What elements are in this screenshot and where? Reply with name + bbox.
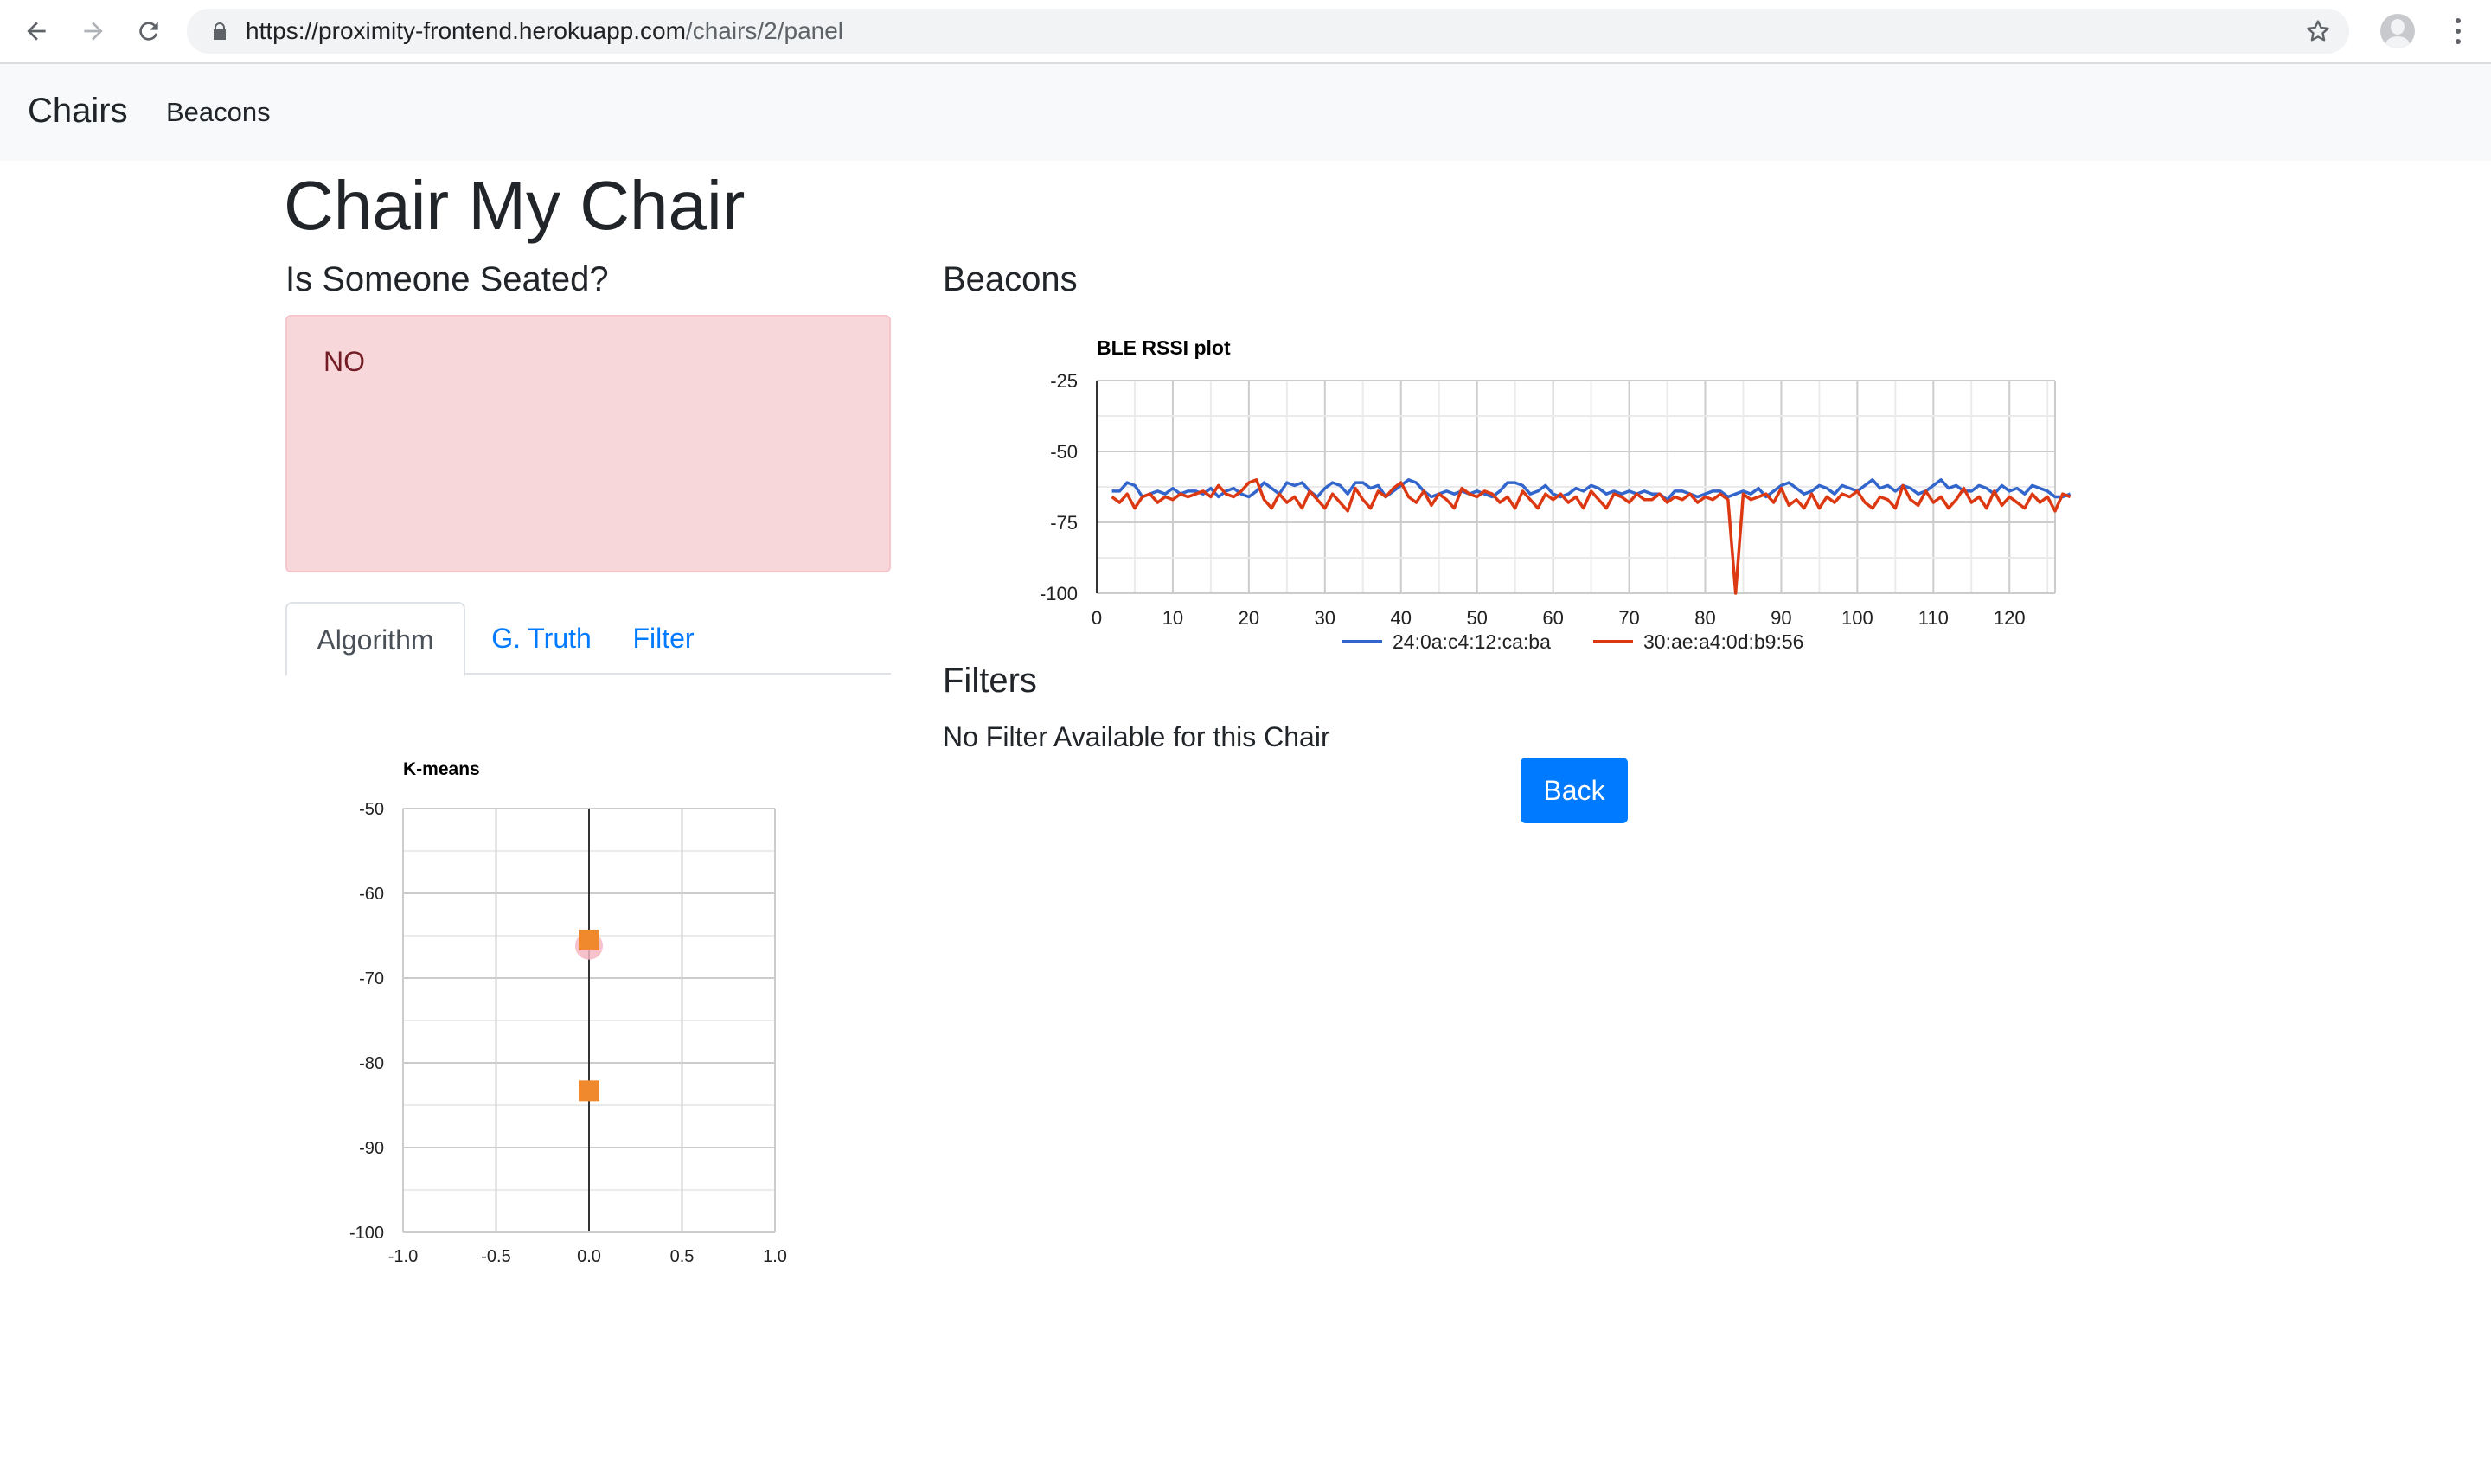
address-bar[interactable]: https://proximity-frontend.herokuapp.com… xyxy=(187,9,2349,54)
app-navbar: Chairs Beacons xyxy=(0,64,2491,161)
filters-heading: Filters xyxy=(943,662,1037,700)
y-tick-label: -80 xyxy=(359,1054,384,1073)
legend-label: 30:ae:a4:0d:b9:56 xyxy=(1643,630,1803,653)
algorithm-tabs: Algorithm G. Truth Filter xyxy=(285,602,891,676)
seated-status-text: NO xyxy=(323,346,365,377)
y-tick-label: -60 xyxy=(359,885,384,904)
y-tick-label: -100 xyxy=(349,1224,384,1243)
cluster-square-marker xyxy=(579,1080,599,1102)
navbar-brand-chairs[interactable]: Chairs xyxy=(28,90,128,131)
nav-link-beacons[interactable]: Beacons xyxy=(166,95,271,130)
chart-title: K-means xyxy=(403,759,480,779)
x-tick-label: 40 xyxy=(1391,607,1412,629)
x-tick-label: 20 xyxy=(1239,607,1259,629)
x-tick-label: 80 xyxy=(1694,607,1715,629)
x-tick-label: -1.0 xyxy=(388,1247,418,1266)
ble-rssi-chart: BLE RSSI plot -25 -50 -75 -100 0 10 20 30 40 50 60 7… xyxy=(1040,336,2072,653)
browser-toolbar: https://proximity-frontend.herokuapp.com… xyxy=(0,0,2491,64)
x-tick-label: -0.5 xyxy=(481,1247,510,1266)
x-tick-label: 10 xyxy=(1162,607,1183,629)
tab-ground-truth[interactable]: G. Truth xyxy=(481,602,602,675)
kmeans-chart: K-means -50 -60 -70 -80 -90 -100-1.0 -0.5 0.0 0.5… xyxy=(349,759,787,1266)
chart-title: BLE RSSI plot xyxy=(1097,336,1231,359)
no-filter-message: No Filter Available for this Chair xyxy=(943,721,1330,752)
x-tick-label: 110 xyxy=(1918,607,1949,629)
back-arrow-icon[interactable] xyxy=(17,12,55,50)
page-title: Chair My Chair xyxy=(284,167,746,244)
tab-algorithm[interactable]: Algorithm xyxy=(285,602,465,676)
y-tick-label: -50 xyxy=(1050,441,1078,463)
x-tick-label: 120 xyxy=(1994,607,2026,629)
x-tick-label: 60 xyxy=(1542,607,1563,629)
more-vert-icon[interactable] xyxy=(2441,12,2475,50)
x-tick-label: 90 xyxy=(1771,607,1791,629)
beacons-heading: Beacons xyxy=(943,260,1078,298)
tab-filter[interactable]: Filter xyxy=(616,602,711,675)
seated-status-alert: NO xyxy=(285,315,891,572)
y-tick-label: -70 xyxy=(359,969,384,988)
star-icon[interactable] xyxy=(2304,17,2332,45)
y-tick-label: -100 xyxy=(1040,583,1078,604)
x-tick-label: 100 xyxy=(1841,607,1873,629)
y-tick-label: -50 xyxy=(359,800,384,819)
reload-icon[interactable] xyxy=(130,12,168,50)
url-path: /chairs/2/panel xyxy=(685,17,844,44)
url-text: https://proximity-frontend.herokuapp.com… xyxy=(246,18,843,44)
x-tick-label: 70 xyxy=(1618,607,1639,629)
y-tick-label: -75 xyxy=(1050,512,1078,534)
profile-avatar[interactable] xyxy=(2380,14,2415,48)
y-tick-label: -90 xyxy=(359,1139,384,1158)
x-tick-label: 0.5 xyxy=(670,1247,695,1266)
cluster-square-marker xyxy=(579,929,599,950)
url-host: https://proximity-frontend.herokuapp.com xyxy=(246,17,686,44)
legend-label: 24:0a:c4:12:ca:ba xyxy=(1393,630,1551,653)
lock-icon xyxy=(214,22,226,40)
back-button[interactable]: Back xyxy=(1521,758,1628,823)
x-tick-label: 1.0 xyxy=(763,1247,787,1266)
y-tick-label: -25 xyxy=(1050,370,1078,392)
forward-arrow-icon[interactable] xyxy=(74,12,112,50)
x-tick-label: 0 xyxy=(1092,607,1102,629)
x-tick-label: 50 xyxy=(1466,607,1487,629)
seated-heading: Is Someone Seated? xyxy=(285,260,609,298)
x-tick-label: 0.0 xyxy=(577,1247,601,1266)
x-tick-label: 30 xyxy=(1315,607,1335,629)
